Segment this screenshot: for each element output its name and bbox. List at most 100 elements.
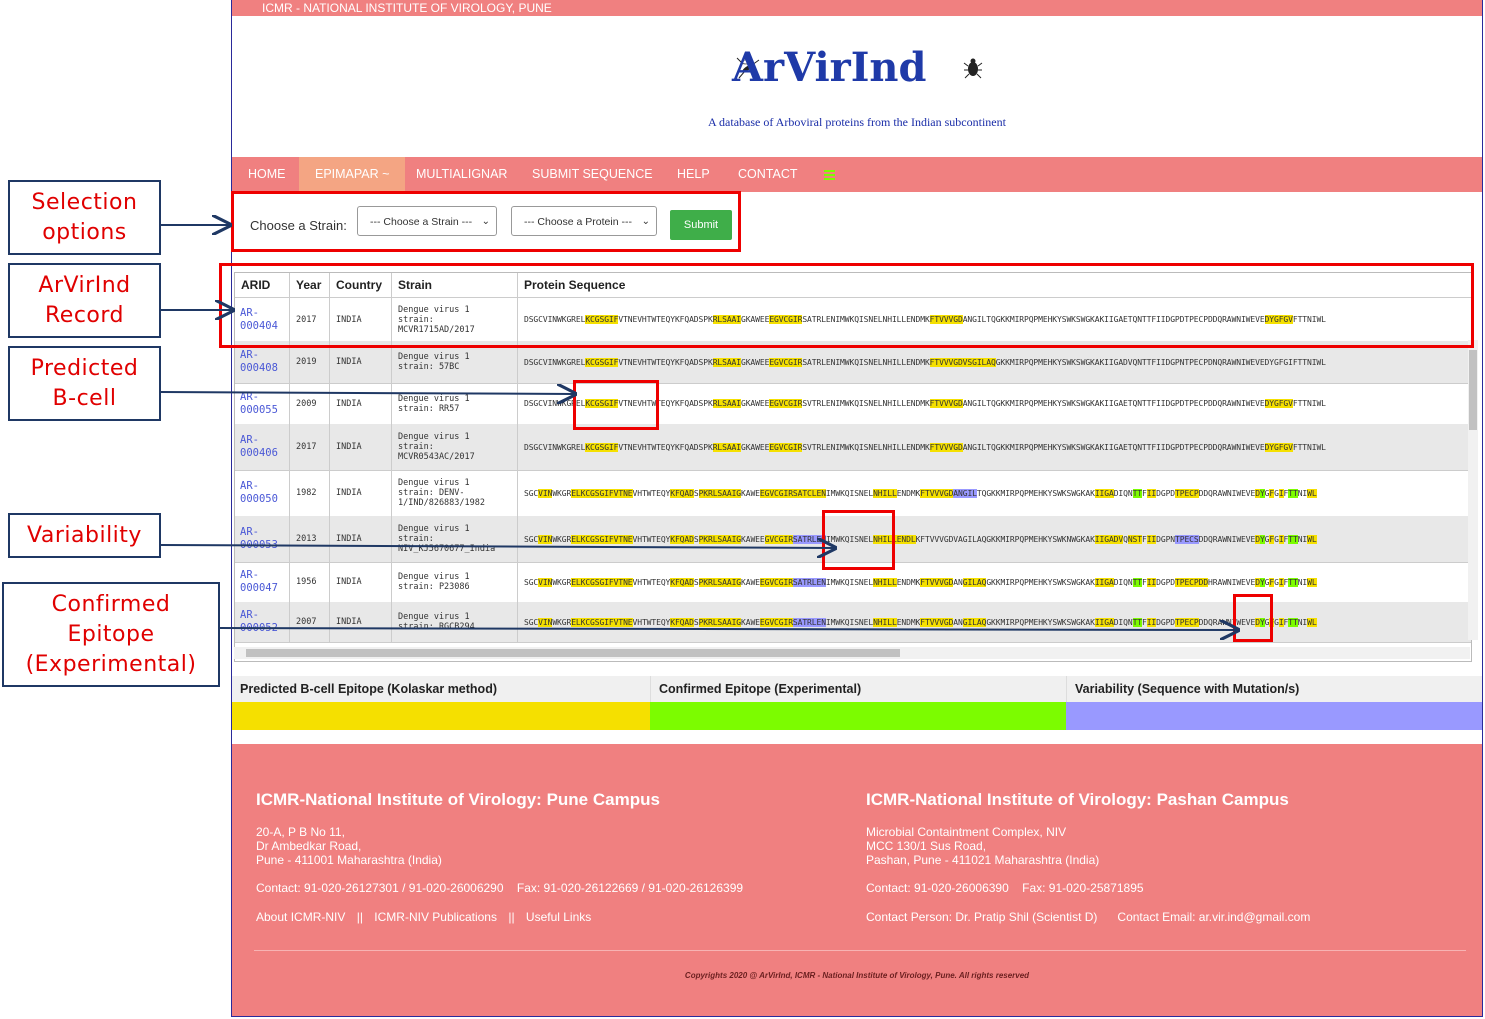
- sequence-segment: ANGILTQGKKMIRPQPMEHKYSWKSWGKAKIIGAETQNTT…: [962, 399, 1265, 408]
- protein-sequence-cell: SGC VIN WKGR ELKCGSGIFVTNE VHTWTEQY KFQAD S PKR…: [518, 602, 1471, 642]
- table-horizontal-scrollbar[interactable]: [234, 647, 1470, 659]
- predicted-bcell-epitope: II: [1146, 617, 1157, 627]
- predicted-bcell-epitope: KCGSGIF: [585, 442, 619, 452]
- sequence-segment: VHTWTEQY: [632, 534, 671, 544]
- sequence-segment: GKAWEE: [741, 442, 770, 452]
- legend-bcell-label: Predicted B-cell Epitope (Kolaskar metho…: [232, 676, 650, 702]
- predicted-bcell-epitope: ELKCGSGIFVTNE: [571, 577, 633, 587]
- sequence-segment: KAWE: [741, 617, 760, 627]
- sequence-segment: VHTWTEQY: [632, 488, 671, 498]
- col-strain[interactable]: Strain: [392, 273, 518, 297]
- nav-help[interactable]: HELP: [677, 157, 710, 192]
- confirmed-epitope: TT: [1132, 488, 1142, 498]
- nav-epimapar[interactable]: EPIMAPAR ~: [299, 157, 406, 192]
- strain-dropdown-value: --- Choose a Strain ---: [370, 216, 473, 228]
- table-vertical-scrollbar[interactable]: [1468, 340, 1478, 640]
- sequence-segment: VTNEVHTWTEQYKFQADSPK: [618, 315, 713, 324]
- sequence-segment: GKAWEE: [741, 315, 770, 324]
- predicted-bcell-epitope: II: [1146, 577, 1157, 587]
- hamburger-menu-icon[interactable]: [824, 157, 836, 192]
- link-about-icmr-niv[interactable]: About ICMR-NIV: [256, 910, 345, 924]
- nav-submit-sequence[interactable]: SUBMIT SEQUENCE: [532, 157, 653, 192]
- institute-topbar: ICMR - NATIONAL INSTITUTE OF VIROLOGY, P…: [232, 0, 1482, 16]
- link-separator: ||: [508, 910, 515, 924]
- predicted-bcell-epitope: WL: [1307, 488, 1317, 498]
- site-logo[interactable]: ArVirInd: [732, 44, 926, 91]
- arid-link[interactable]: AR- 000408: [235, 341, 290, 383]
- sequence-segment: WKGR: [552, 534, 572, 544]
- predicted-bcell-epitope: FTVVVGD: [920, 617, 954, 627]
- sequence-segment: DDQRAWNIWEVE: [1198, 617, 1256, 627]
- predicted-bcell-epitope: II: [1146, 488, 1157, 498]
- sequence-segment: DIQN: [1113, 577, 1133, 587]
- predicted-bcell-epitope: WL: [1307, 617, 1317, 627]
- protein-sequence-cell: SGC VIN WKGR ELKCGSGIFVTNE VHTWTEQY KFQAD S PKR…: [518, 470, 1471, 516]
- arid-link[interactable]: AR- 000055: [235, 383, 290, 424]
- predicted-bcell-epitope: EGVCGIR: [769, 399, 803, 408]
- predicted-bcell-epitope: TPECP: [1175, 488, 1199, 498]
- arid-link[interactable]: AR- 000047: [235, 562, 290, 602]
- arid-link[interactable]: AR- 000053: [235, 516, 290, 562]
- arid-link[interactable]: AR- 000052: [235, 602, 290, 642]
- col-country[interactable]: Country: [330, 273, 392, 297]
- main-nav: HOME EPIMAPAR ~ MULTIALIGNAR SUBMIT SEQU…: [232, 157, 1482, 192]
- table-row: AR- 000055 2009 INDIA Dengue virus 1 strain…: [235, 383, 1471, 425]
- callout-variability: Variability: [8, 513, 161, 558]
- pune-contact: Contact: 91-020-26127301 / 91-020-260062…: [256, 881, 744, 895]
- year-cell: 1982: [290, 470, 330, 516]
- sequence-segment: TQGKKMIRPQPMEHKYSWKSWGKAK: [976, 488, 1095, 498]
- predicted-bcell-epitope: TPECP: [1175, 617, 1199, 627]
- pune-address: 20-A, P B No 11, Dr Ambedkar Road, Pune …: [256, 825, 442, 867]
- arid-link[interactable]: AR- 000406: [235, 424, 290, 470]
- year-cell: 2017: [290, 424, 330, 470]
- sequence-segment: HRAWNIWEVE: [1208, 577, 1256, 587]
- strain-dropdown[interactable]: --- Choose a Strain --- ⌄: [357, 206, 497, 236]
- strain-cell: Dengue virus 1 strain: 57BC: [392, 341, 518, 383]
- country-cell: INDIA: [330, 424, 392, 470]
- sequence-segment: DIQN: [1113, 488, 1133, 498]
- sequence-segment: GKKMIRPQPMEHKYSWKSWGKAKIIGADVQNTTFIIDGPN…: [995, 357, 1326, 367]
- nav-home[interactable]: HOME: [248, 157, 286, 192]
- link-icmr-niv-publications[interactable]: ICMR-NIV Publications: [374, 910, 497, 924]
- predicted-bcell-epitope: PKRLSAAIG: [698, 534, 742, 544]
- col-arid[interactable]: ARID: [235, 273, 290, 297]
- predicted-bcell-epitope: FTVVVGD: [929, 442, 963, 452]
- country-cell: INDIA: [330, 341, 392, 383]
- table-row: AR- 000408 2019 INDIA Dengue virus 1 strain…: [235, 341, 1471, 384]
- arid-link[interactable]: AR- 000050: [235, 470, 290, 516]
- sequence-segment: AN: [953, 617, 963, 627]
- nav-contact[interactable]: CONTACT: [738, 157, 798, 192]
- variable-region: SATRLEN: [792, 617, 826, 627]
- sequence-segment: ENDMK: [896, 617, 921, 627]
- strain-cell: Dengue virus 1 strain: DENV- 1/IND/82688…: [392, 470, 518, 516]
- sequence-segment: DSGCVINWKGREL: [524, 442, 586, 452]
- sequence-segment: IMWKQISNEL: [825, 577, 874, 587]
- scroll-thumb[interactable]: [246, 649, 900, 657]
- predicted-bcell-epitope: EGVCGIR: [759, 617, 793, 627]
- col-year[interactable]: Year: [290, 273, 330, 297]
- strain-label: Choose a Strain:: [250, 218, 347, 233]
- predicted-bcell-epitope: ELKCGSGIFVTNE: [571, 488, 633, 498]
- submit-button[interactable]: Submit: [670, 210, 732, 240]
- epitope-table: ARID Year Country Strain Protein Sequenc…: [234, 272, 1472, 662]
- predicted-bcell-epitope: EGVCGIR: [769, 442, 803, 452]
- sequence-segment: KAWE: [741, 488, 760, 498]
- predicted-bcell-epitope: IIGADV: [1094, 534, 1124, 544]
- predicted-bcell-epitope: FTVVVGDVSGILAQ: [929, 357, 996, 367]
- confirmed-epitope: TT: [1132, 577, 1142, 587]
- sequence-segment: WKGR: [552, 617, 572, 627]
- col-protein-sequence[interactable]: Protein Sequence: [518, 273, 1471, 297]
- link-useful-links[interactable]: Useful Links: [526, 910, 591, 924]
- predicted-bcell-epitope: PKRLSAAIG: [698, 488, 742, 498]
- arid-link[interactable]: AR- 000404: [235, 298, 290, 341]
- legend-confirmed-label: Confirmed Epitope (Experimental): [650, 676, 1066, 702]
- sequence-segment: NI: [1297, 534, 1308, 544]
- predicted-bcell-epitope: EGVCGIRSATCLEN: [759, 488, 826, 498]
- predicted-bcell-epitope: DYGFGV: [1264, 315, 1293, 324]
- nav-multialignar[interactable]: MULTIALIGNAR: [416, 157, 507, 192]
- strain-cell: Dengue virus 1 strain: MCVR1715AD/2017: [392, 298, 518, 341]
- predicted-bcell-epitope: ELKCGSGIFVTNE: [571, 617, 633, 627]
- link-separator: ||: [356, 910, 363, 924]
- protein-dropdown[interactable]: --- Choose a Protein --- ⌄: [511, 206, 657, 236]
- confirmed-epitope: TT: [1288, 617, 1298, 627]
